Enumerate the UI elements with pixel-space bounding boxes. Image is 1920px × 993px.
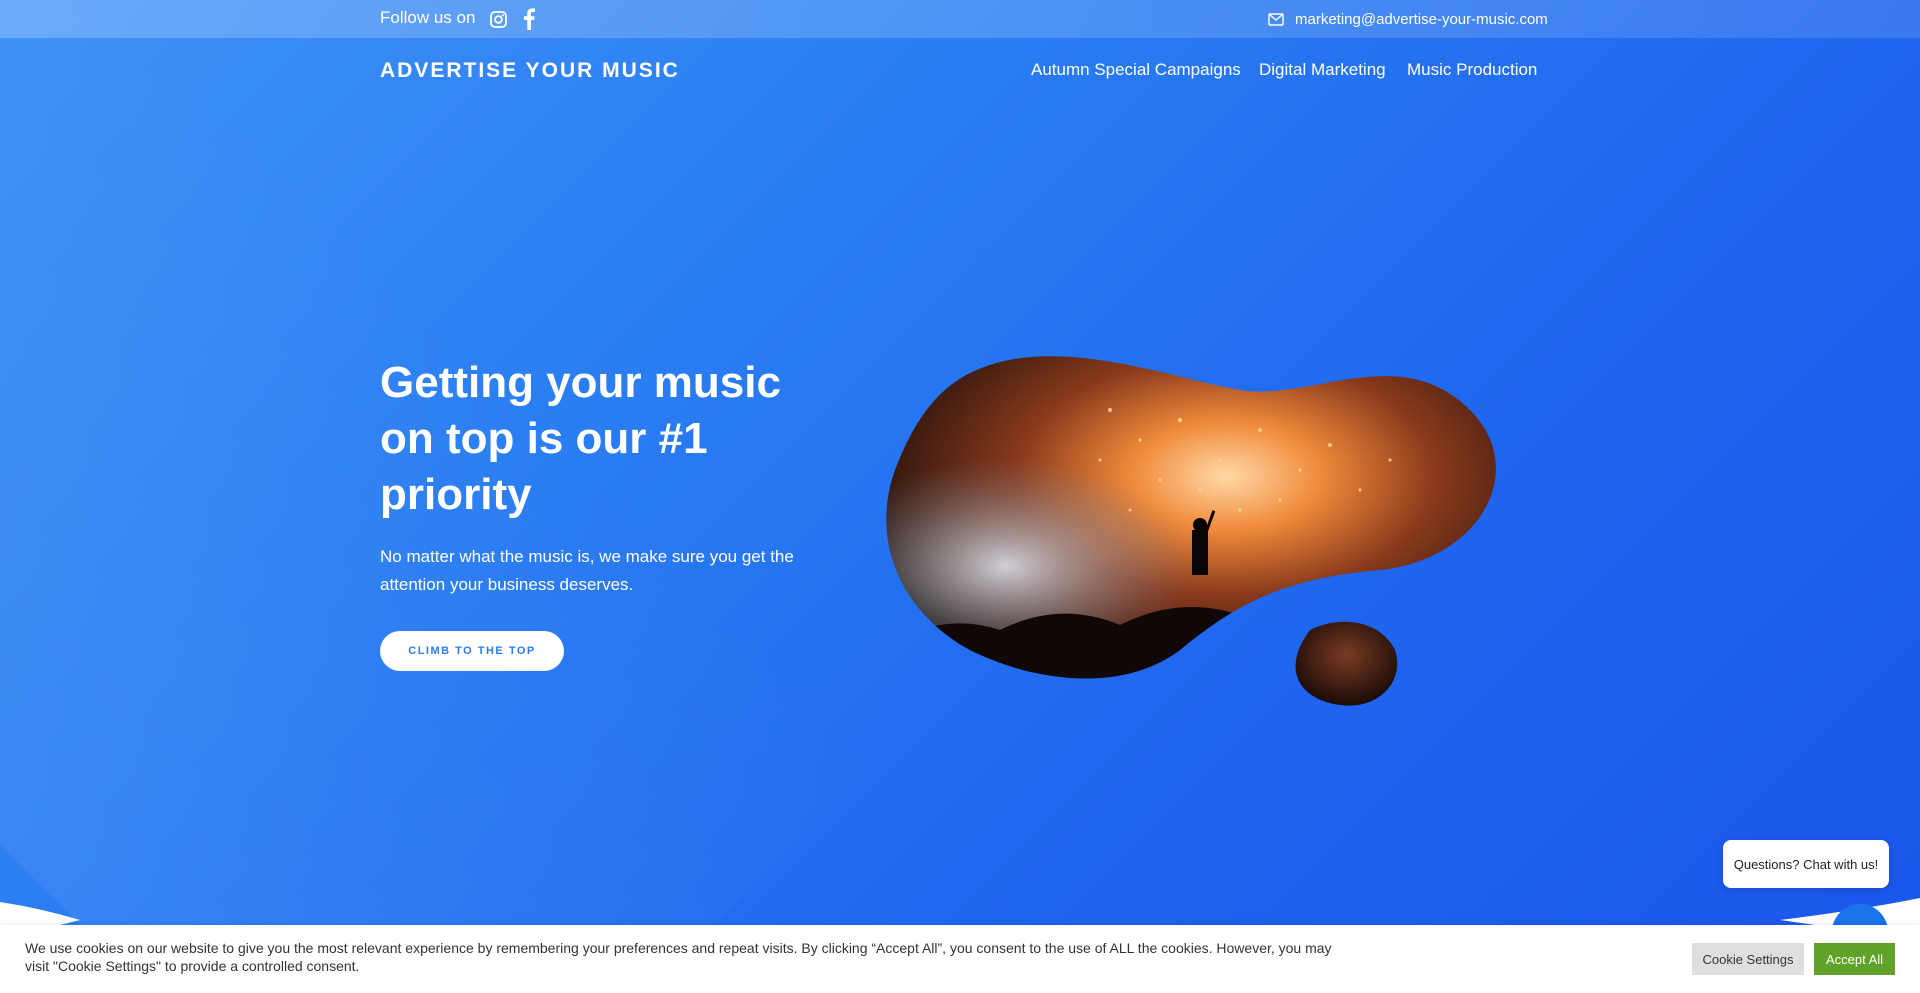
top-bar: Follow us on marketing@advertise-your-mu… [0,0,1920,38]
hero-headline: Getting your music on top is our #1 prio… [380,358,781,519]
contact-email-link[interactable]: marketing@advertise-your-music.com [1295,11,1548,28]
cookie-banner: We use cookies on our website to give yo… [0,925,1920,993]
nav-music-production[interactable]: Music Production [1407,60,1537,80]
concert-image-blob [886,356,1496,706]
hero-subtext: No matter what the music is, we make sur… [380,547,794,594]
site-logo[interactable]: ADVERTISE YOUR MUSIC [380,59,680,83]
cookie-consent-text: We use cookies on our website to give yo… [25,940,1332,974]
nav-autumn-special-campaigns[interactable]: Autumn Special Campaigns [1031,60,1241,80]
accept-all-button[interactable]: Accept All [1814,943,1895,975]
chat-prompt-bubble[interactable]: Questions? Chat with us! [1723,840,1889,888]
facebook-icon[interactable] [522,8,536,30]
instagram-icon[interactable] [490,11,507,28]
mail-icon [1268,13,1284,26]
follow-us-text: Follow us on [380,8,476,27]
hero-section: Follow us on marketing@advertise-your-mu… [0,0,1920,993]
climb-to-top-button[interactable]: CLIMB TO THE TOP [380,631,564,671]
nav-digital-marketing[interactable]: Digital Marketing [1259,60,1386,80]
cookie-settings-button[interactable]: Cookie Settings [1692,943,1804,975]
